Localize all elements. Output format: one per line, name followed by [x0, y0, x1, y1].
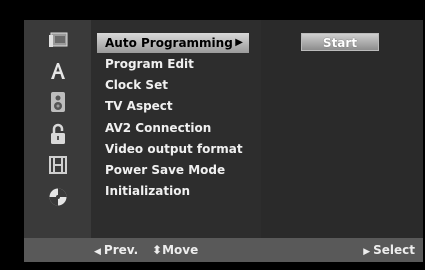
language-icon[interactable]	[46, 60, 70, 82]
up-down-arrow-icon: ⬍	[152, 243, 163, 257]
menu-item-video-output-format[interactable]: Video output format	[97, 139, 249, 159]
help-bar: ◀ Prev. ⬍Move ▶ Select	[24, 238, 423, 262]
menu-item-label: Power Save Mode	[105, 163, 226, 177]
menu-item-label: Initialization	[105, 184, 191, 198]
prev-hint: ◀ Prev.	[94, 238, 138, 264]
film-icon[interactable]	[46, 154, 70, 176]
move-label: Move	[162, 243, 199, 257]
setup-icon[interactable]	[46, 29, 70, 51]
right-arrow-icon: ▶	[363, 247, 371, 257]
move-hint: ⬍Move	[152, 238, 198, 262]
start-button[interactable]: Start	[301, 33, 379, 51]
prev-label: Prev.	[103, 243, 139, 257]
audio-icon[interactable]	[46, 91, 70, 113]
menu-item-label: Video output format	[105, 142, 243, 156]
select-label: Select	[373, 243, 415, 257]
submenu-arrow-icon: ▶	[235, 37, 243, 48]
menu-item-initialization[interactable]: Initialization	[97, 181, 249, 201]
menu-item-label: TV Aspect	[105, 99, 173, 113]
setup-menu-list: Auto Programming ▶ Program Edit Clock Se…	[91, 20, 261, 238]
menu-item-clock-set[interactable]: Clock Set	[97, 75, 249, 95]
option-value-panel: Start	[261, 20, 423, 238]
menu-item-auto-programming[interactable]: Auto Programming ▶	[97, 33, 249, 53]
left-arrow-icon: ◀	[94, 247, 101, 257]
menu-item-label: AV2 Connection	[105, 121, 212, 135]
menu-item-label: Clock Set	[105, 78, 168, 92]
menu-item-label: Auto Programming	[105, 36, 233, 50]
setup-menu-screen: Auto Programming ▶ Program Edit Clock Se…	[24, 20, 423, 262]
select-hint: ▶ Select	[363, 238, 415, 264]
disc-icon[interactable]	[46, 186, 70, 208]
menu-item-tv-aspect[interactable]: TV Aspect	[97, 96, 249, 116]
menu-item-av2-connection[interactable]: AV2 Connection	[97, 118, 249, 138]
menu-item-label: Program Edit	[105, 57, 194, 71]
category-icon-column	[24, 20, 91, 238]
lock-icon[interactable]	[46, 123, 70, 145]
menu-item-program-edit[interactable]: Program Edit	[97, 54, 249, 74]
menu-item-power-save-mode[interactable]: Power Save Mode	[97, 160, 249, 180]
